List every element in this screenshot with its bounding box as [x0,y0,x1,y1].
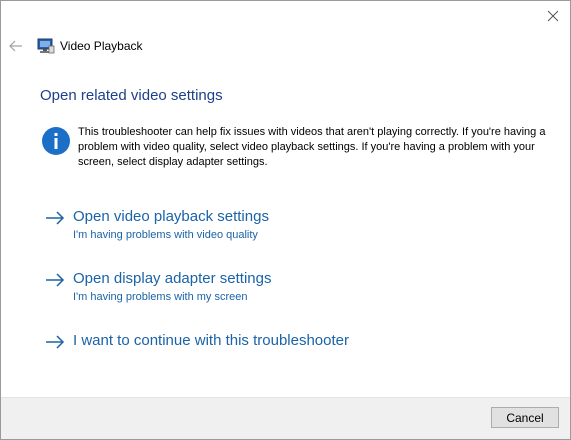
option-video-playback-settings[interactable]: Open video playback settings I'm having … [45,208,305,244]
arrow-right-icon [46,335,65,349]
option-label: Open display adapter settings [73,270,272,287]
option-label: I want to continue with this troubleshoo… [73,332,349,349]
option-continue-troubleshooter[interactable]: I want to continue with this troubleshoo… [45,332,385,352]
close-icon [547,10,559,22]
option-label: Open video playback settings [73,208,269,225]
info-icon [41,126,71,156]
back-arrow-icon [9,40,22,52]
page-heading: Open related video settings [40,87,223,104]
info-description: This troubleshooter can help fix issues … [78,126,546,168]
arrow-right-icon [46,273,65,287]
option-sublabel: I'm having problems with my screen [73,291,248,303]
footer-bar: Cancel [1,397,570,439]
window-title: Video Playback [60,39,143,53]
video-playback-icon [37,38,55,54]
cancel-button[interactable]: Cancel [491,407,559,428]
close-button[interactable] [544,7,562,25]
back-button[interactable] [9,39,23,52]
option-sublabel: I'm having problems with video quality [73,229,258,241]
troubleshooter-window: Video Playback Open related video settin… [0,0,571,440]
arrow-right-icon [46,211,65,225]
option-display-adapter-settings[interactable]: Open display adapter settings I'm having… [45,270,305,306]
